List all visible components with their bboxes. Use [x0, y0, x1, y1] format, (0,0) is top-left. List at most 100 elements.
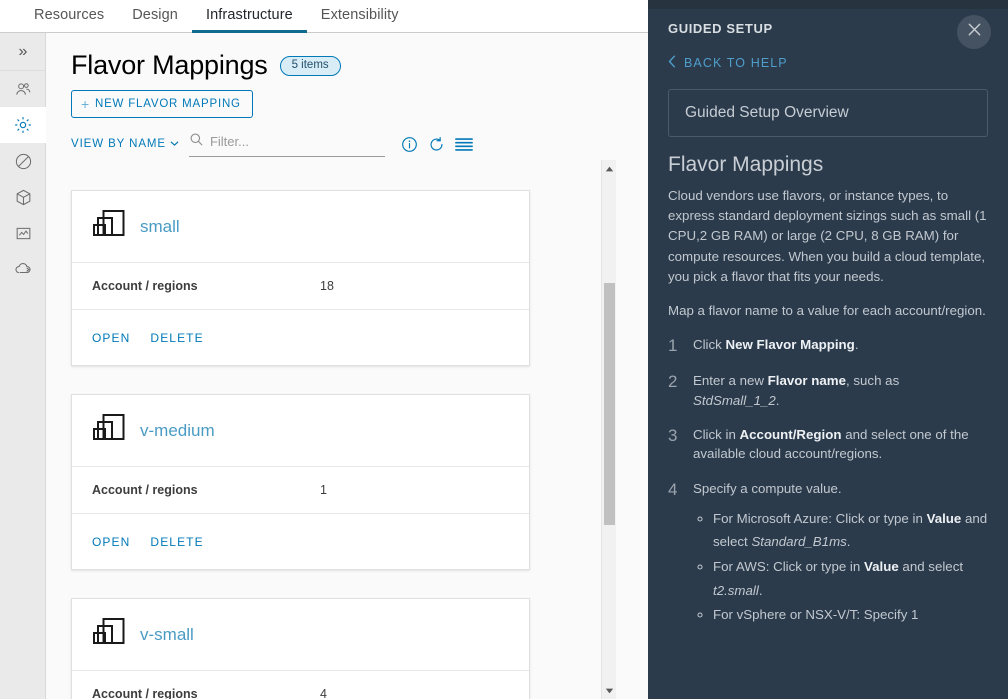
page-title: Flavor Mappings — [71, 50, 268, 80]
step-number: 2 — [668, 372, 678, 392]
main-tab-bar: Resources Design Infrastructure Extensib… — [0, 0, 648, 33]
identity-icon — [14, 80, 33, 99]
card-detail-value: 1 — [320, 483, 327, 497]
refresh-icon[interactable] — [428, 136, 445, 153]
scrollbar-thumb[interactable] — [604, 283, 615, 525]
tab-resources[interactable]: Resources — [20, 7, 118, 34]
card-detail-value: 4 — [320, 687, 327, 699]
tab-design[interactable]: Design — [118, 7, 192, 34]
card-title[interactable]: small — [140, 217, 180, 237]
step-number: 3 — [668, 426, 678, 445]
delete-link[interactable]: DELETE — [150, 535, 203, 549]
step-bullets: For Microsoft Azure: Click or type in Va… — [693, 507, 988, 627]
flavor-mapping-list: small Account / regions 18 OPEN DELETE v… — [46, 155, 648, 699]
plus-icon: + — [81, 95, 90, 112]
step-number: 4 — [668, 479, 678, 499]
sidebar-item-resources[interactable] — [0, 179, 46, 215]
view-by-dropdown[interactable]: VIEW BY NAME — [71, 138, 179, 150]
card-title[interactable]: v-medium — [140, 421, 215, 441]
main-content: Flavor Mappings 5 items + NEW FLAVOR MAP… — [46, 33, 648, 699]
card-detail-label: Account / regions — [92, 279, 198, 293]
chart-icon — [14, 224, 33, 243]
list-view-icon[interactable] — [455, 137, 473, 152]
open-link[interactable]: OPEN — [92, 331, 130, 345]
card-detail-label: Account / regions — [92, 687, 198, 699]
tab-infrastructure[interactable]: Infrastructure — [191, 7, 307, 33]
panel-body: Flavor Mappings Cloud vendors use flavor… — [648, 137, 1008, 628]
content-scrollbar[interactable] — [601, 160, 616, 699]
card-detail-value: 18 — [320, 279, 334, 293]
toolbar-icons — [401, 136, 473, 153]
steps-list: 1 Click New Flavor Mapping. 2 Enter a new F… — [668, 335, 988, 628]
panel-paragraph-1: Cloud vendors use flavors, or instance t… — [668, 188, 987, 284]
sidebar-item-migration[interactable] — [0, 251, 46, 287]
new-flavor-mapping-button[interactable]: + NEW FLAVOR MAPPING — [71, 89, 253, 118]
tab-extensibility[interactable]: Extensibility — [307, 7, 413, 34]
step-number: 1 — [668, 336, 678, 356]
card-header: v-medium — [72, 395, 529, 466]
flavor-icon — [92, 413, 126, 448]
card-detail-label: Account / regions — [92, 483, 198, 497]
guided-setup-overview-item[interactable]: Guided Setup Overview — [668, 89, 988, 137]
expand-sidebar-button[interactable]: » — [0, 33, 46, 71]
chevron-down-icon — [170, 140, 179, 149]
sidebar-item-policies[interactable] — [0, 143, 46, 179]
overview-label: Guided Setup Overview — [685, 104, 849, 121]
bullet-item: For Microsoft Azure: Click or type in Va… — [713, 507, 988, 554]
card-detail-row: Account / regions 4 — [72, 670, 529, 699]
bullet-item: For AWS: Click or type in Value and sele… — [713, 555, 988, 602]
back-to-help-link[interactable]: BACK TO HELP — [668, 55, 1008, 71]
step-item: 3 Click in Account/Region and select one … — [668, 425, 988, 464]
info-icon[interactable] — [401, 136, 418, 153]
flavor-mapping-card[interactable]: v-small Account / regions 4 OPEN DELETE — [71, 598, 530, 699]
step-item: 2 Enter a new Flavor name, such as StdSma… — [668, 371, 988, 410]
view-by-label: VIEW BY NAME — [71, 138, 166, 151]
search-icon — [189, 132, 204, 152]
card-header: v-small — [72, 599, 529, 670]
panel-title: GUIDED SETUP — [668, 21, 773, 36]
flavor-mapping-card[interactable]: v-medium Account / regions 1 OPEN DELETE — [71, 394, 530, 570]
cloud-upload-icon — [13, 259, 33, 279]
cube-icon — [14, 188, 33, 207]
card-actions: OPEN DELETE — [72, 309, 529, 365]
step-item: 4 Specify a compute value. For Microsoft A… — [668, 479, 988, 629]
flavor-icon — [92, 209, 126, 244]
sidebar-item-activity[interactable] — [0, 215, 46, 251]
step-item: 1 Click New Flavor Mapping. — [668, 335, 988, 356]
double-chevron-right-icon: » — [18, 42, 28, 60]
close-icon — [966, 21, 983, 43]
flavor-icon — [92, 617, 126, 652]
close-panel-button[interactable] — [957, 15, 991, 49]
panel-heading: Flavor Mappings — [668, 153, 824, 176]
new-flavor-mapping-label: NEW FLAVOR MAPPING — [94, 97, 241, 110]
card-header: small — [72, 191, 529, 262]
title-row: Flavor Mappings 5 items — [71, 50, 648, 81]
card-actions: OPEN DELETE — [72, 513, 529, 569]
filter-field[interactable] — [188, 132, 385, 157]
app-root: Resources Design Infrastructure Extensib… — [0, 0, 1008, 699]
card-title[interactable]: v-small — [140, 625, 194, 645]
step-text: Click in Account/Region and select one o… — [693, 427, 969, 462]
scroll-down-arrow[interactable] — [602, 682, 617, 699]
item-count-badge: 5 items — [279, 55, 341, 77]
left-icon-rail: » — [0, 33, 46, 699]
gear-icon — [13, 115, 33, 135]
card-detail-row: Account / regions 18 — [72, 262, 529, 309]
step-text: Click New Flavor Mapping. — [693, 337, 859, 353]
toolbar: VIEW BY NAME — [71, 132, 648, 157]
flavor-mapping-card[interactable]: small Account / regions 18 OPEN DELETE — [71, 190, 530, 366]
guided-setup-panel: GUIDED SETUP BACK TO HELP Guided Setup O… — [648, 9, 1008, 699]
card-detail-row: Account / regions 1 — [72, 466, 529, 513]
sidebar-item-configuration[interactable] — [0, 107, 46, 143]
sidebar-item-identity[interactable] — [0, 71, 46, 107]
filter-input[interactable] — [209, 134, 385, 150]
scroll-up-arrow[interactable] — [602, 160, 617, 177]
page-header: Flavor Mappings 5 items + NEW FLAVOR MAP… — [46, 33, 648, 157]
open-link[interactable]: OPEN — [92, 535, 130, 549]
delete-link[interactable]: DELETE — [150, 331, 203, 345]
bullet-item: For vSphere or NSX-V/T: Specify 1 — [713, 603, 988, 627]
panel-paragraph-2: Map a flavor name to a value for each ac… — [668, 303, 986, 319]
chevron-left-icon — [668, 55, 676, 71]
back-to-help-label: BACK TO HELP — [684, 56, 788, 70]
no-entry-icon — [14, 152, 33, 171]
